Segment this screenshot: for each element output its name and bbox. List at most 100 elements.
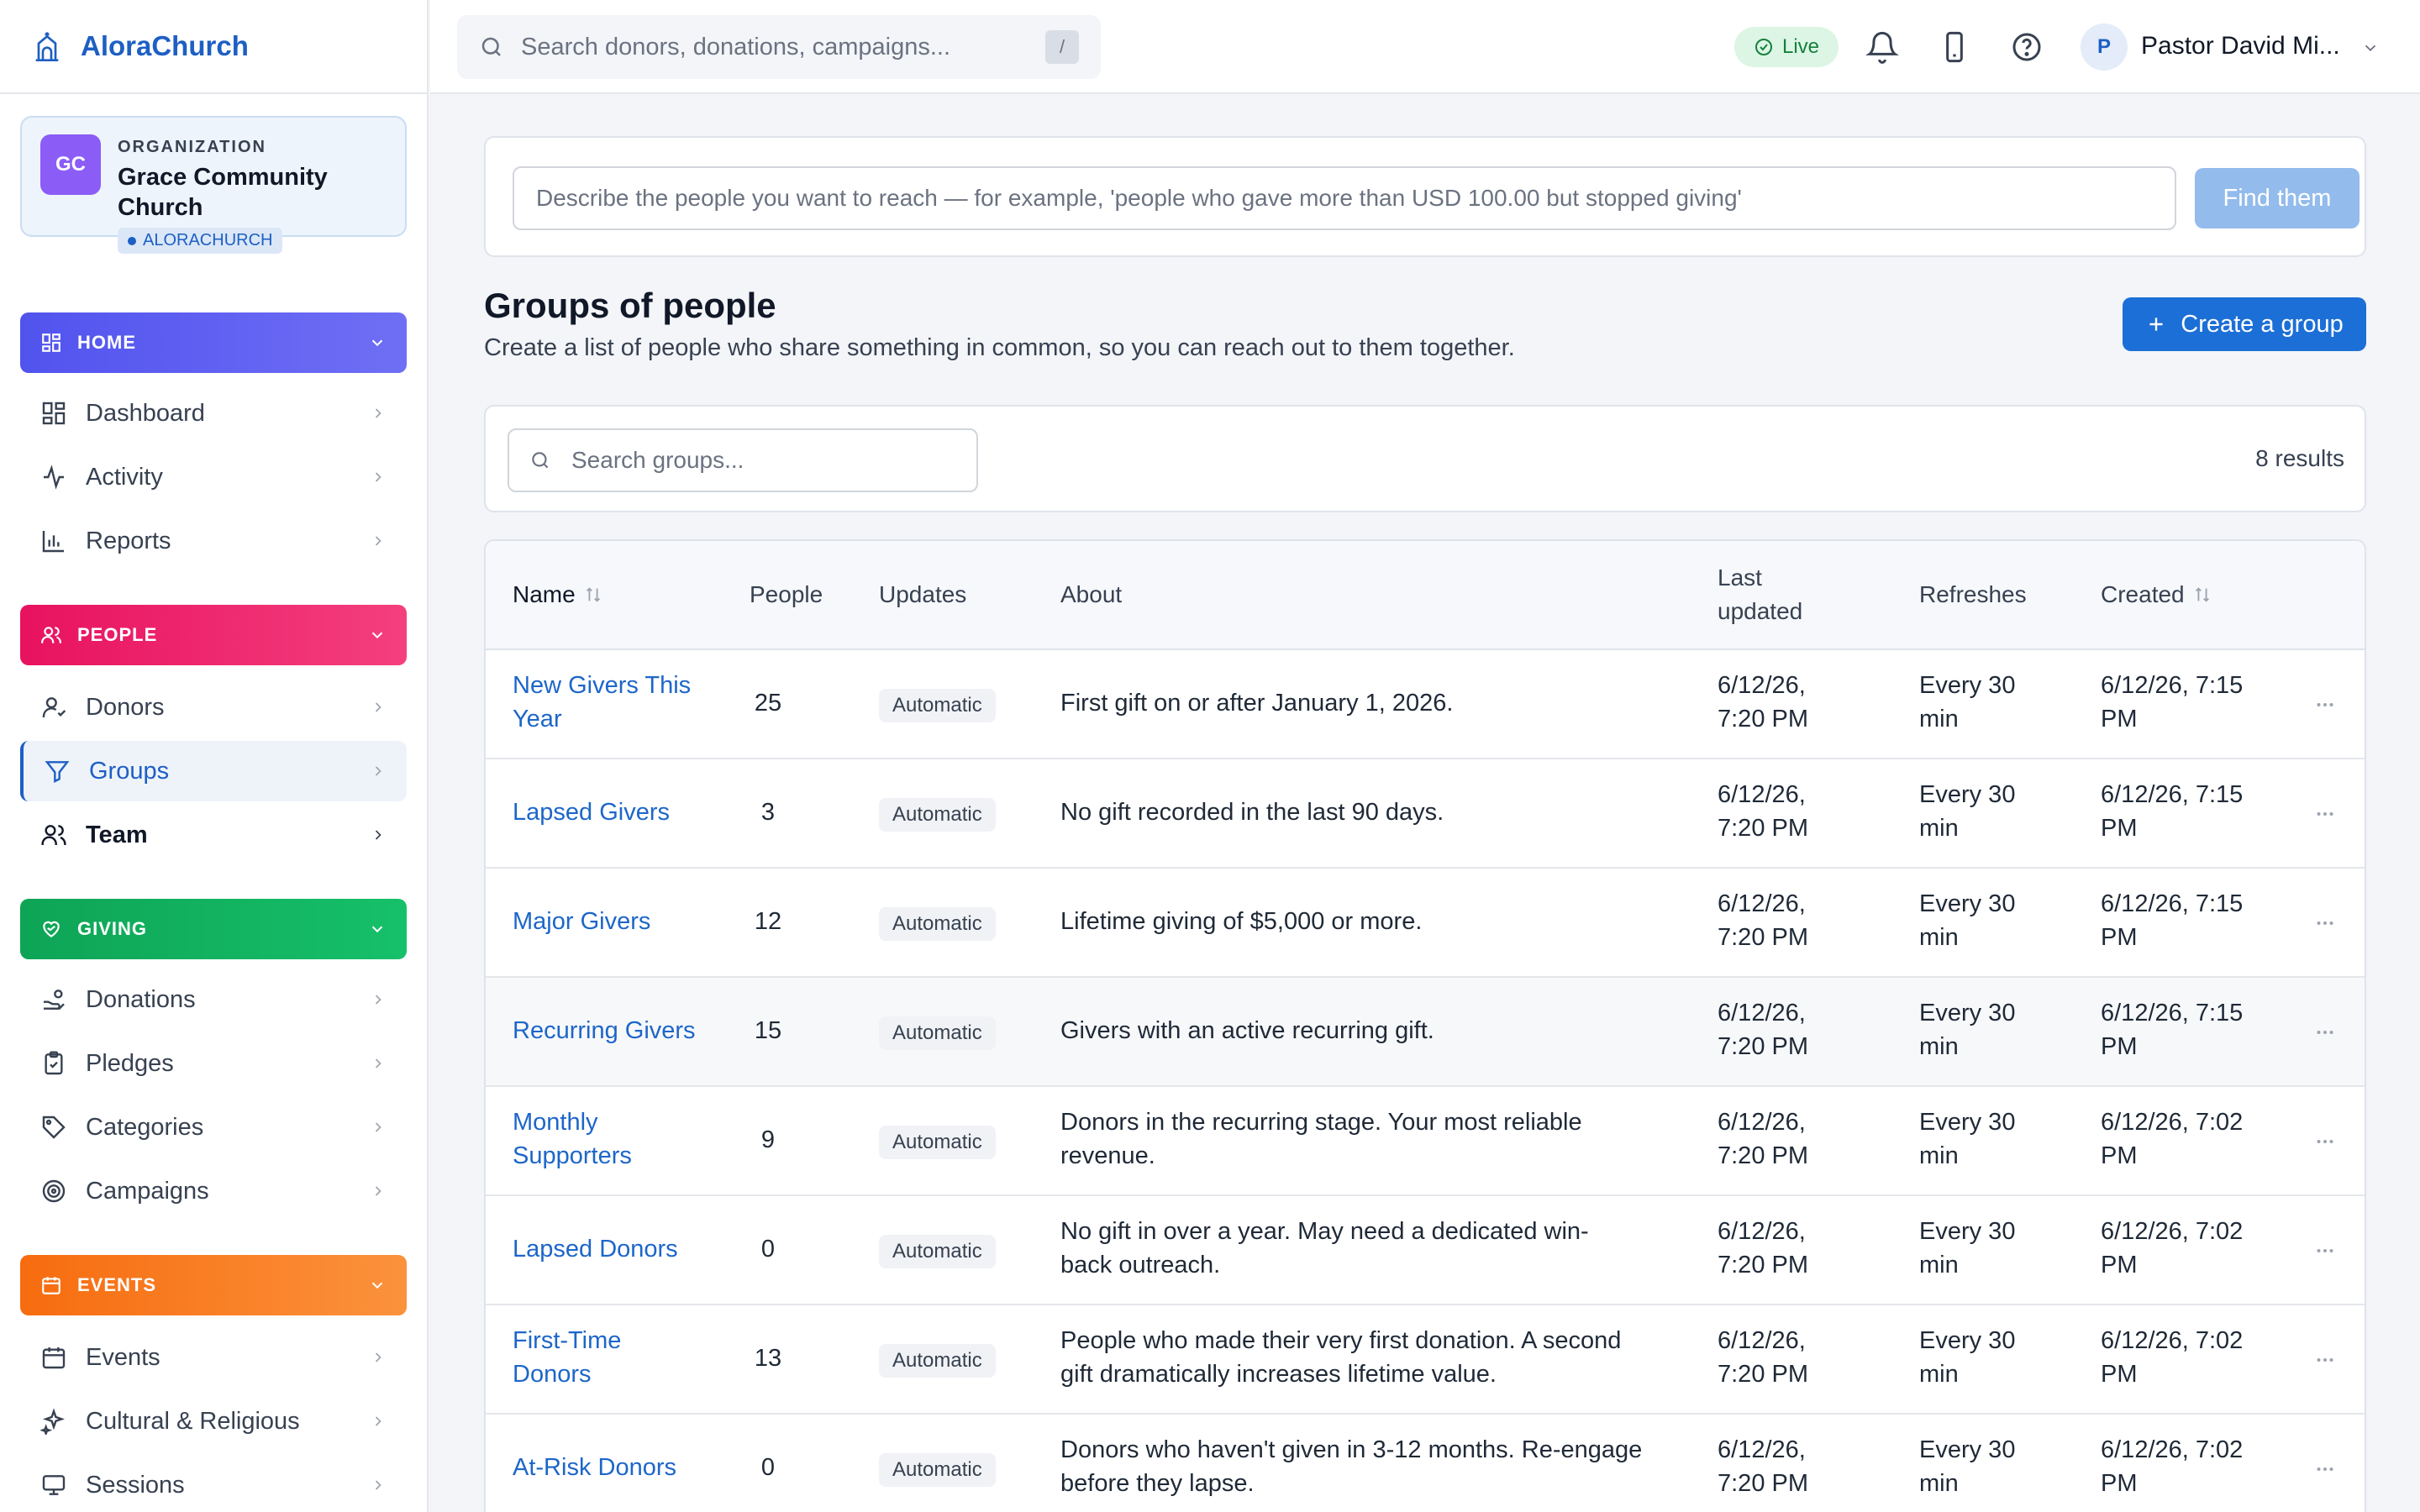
people-count: 0 (760, 1454, 776, 1481)
sidebar-item-reports[interactable]: Reports (20, 511, 407, 571)
more-actions-icon[interactable] (2312, 1129, 2338, 1154)
group-name-link-line: At-Risk Donors (513, 1454, 676, 1481)
org-badge-label: ALORACHURCH (143, 231, 273, 249)
section-home-title: HOME (77, 332, 136, 353)
team-icon (41, 825, 66, 845)
global-search-input[interactable]: Search donors, donations, campaigns... / (457, 15, 1101, 79)
sidebar-item-sessions[interactable]: Sessions (20, 1455, 407, 1512)
sidebar-item-team[interactable]: Team (20, 805, 407, 865)
table-row[interactable]: Recurring Givers 15 Automatic Givers with a… (486, 978, 2365, 1087)
group-name-link-line: Major Givers (513, 908, 651, 935)
sidebar-item-pledges[interactable]: Pledges (20, 1033, 407, 1094)
section-events[interactable]: EVENTS (20, 1255, 407, 1315)
chevron-right-icon (375, 1122, 381, 1132)
column-header-label: People (750, 581, 823, 607)
section-home[interactable]: HOME (20, 312, 407, 373)
section-giving[interactable]: GIVING (20, 899, 407, 959)
refresh-interval: Every 30 min (1919, 778, 2015, 845)
group-name-link[interactable]: Lapsed Givers (513, 795, 670, 829)
column-header-label: Updates (879, 581, 967, 607)
table-row[interactable]: First-Time Donors 13 Automatic People who ma… (486, 1305, 2365, 1415)
group-search-input[interactable]: Search groups... (508, 428, 978, 492)
group-description: People who made their very first donatio… (1060, 1324, 1699, 1391)
created-date-line: PM (2101, 1470, 2138, 1497)
refresh-interval-line: min (1919, 1361, 1959, 1388)
group-name-link[interactable]: First-Time Donors (513, 1324, 621, 1391)
column-header-name[interactable]: Name (513, 578, 602, 612)
sidebar-item-label: Team (86, 821, 148, 848)
last-updated: 6/12/26, 7:20 PM (1718, 1215, 1808, 1282)
created-date-line: PM (2101, 1361, 2138, 1388)
more-actions-icon[interactable] (2312, 1347, 2338, 1373)
update-mode-badge: Automatic (879, 1235, 996, 1268)
bell-icon[interactable] (1865, 30, 1899, 64)
group-name-link[interactable]: New Givers This Year (513, 669, 691, 736)
more-actions-icon[interactable] (2312, 1238, 2338, 1263)
calendar-icon (42, 1277, 60, 1294)
group-name-link[interactable]: Lapsed Donors (513, 1232, 678, 1266)
created-date: 6/12/26, 7:02 PM (2101, 1215, 2243, 1282)
calendar-icon (42, 1347, 66, 1369)
group-description-line: No gift in over a year. May need a dedic… (1060, 1218, 1589, 1245)
sidebar-item-campaigns[interactable]: Campaigns (20, 1161, 407, 1221)
chevron-right-icon (375, 830, 381, 840)
table-row[interactable]: Lapsed Donors 0 Automatic No gift in over a… (486, 1196, 2365, 1305)
user-avatar[interactable]: P (2081, 24, 2128, 71)
audience-description-input[interactable]: Describe the people you want to reach — … (513, 166, 2176, 230)
group-name-link-line: Lapsed Givers (513, 799, 670, 826)
results-count: 8 results (2255, 445, 2344, 471)
sidebar-item-label: Events (86, 1343, 160, 1371)
table-row[interactable]: At-Risk Donors 0 Automatic Donors who haven… (486, 1415, 2365, 1512)
more-actions-icon[interactable] (2312, 801, 2338, 827)
section-people[interactable]: PEOPLE (20, 605, 407, 665)
people-count: 9 (760, 1126, 776, 1153)
more-actions-icon[interactable] (2312, 692, 2338, 717)
table-row[interactable]: Major Givers 12 Automatic Lifetime giving o… (486, 869, 2365, 978)
chevron-down-icon[interactable] (2361, 39, 2380, 57)
group-name-link[interactable]: At-Risk Donors (513, 1451, 676, 1484)
refresh-interval: Every 30 min (1919, 996, 2015, 1063)
group-description-line: gift dramatically increases lifetime val… (1060, 1361, 1497, 1388)
org-switcher[interactable]: GC ORGANIZATION Grace Community Church A… (20, 116, 407, 254)
chevron-down-icon (371, 926, 383, 933)
mobile-icon[interactable] (1938, 30, 1971, 64)
created-date-line: 6/12/26, 7:15 (2101, 781, 2244, 808)
chevron-down-icon (371, 1282, 383, 1289)
created-date-line: PM (2101, 1033, 2138, 1060)
group-name-link[interactable]: Major Givers (513, 905, 650, 938)
sidebar-item-dashboard[interactable]: Dashboard (20, 383, 407, 444)
created-date: 6/12/26, 7:15 PM (2101, 887, 2243, 954)
brand[interactable]: AloraChurch (0, 0, 427, 94)
refresh-interval: Every 30 min (1919, 1433, 2015, 1500)
sidebar-item-events[interactable]: Events (20, 1327, 407, 1388)
sidebar-item-activity[interactable]: Activity (20, 447, 407, 507)
column-header-created[interactable]: Created (2101, 578, 2212, 612)
activity-icon (44, 465, 64, 490)
sidebar-item-donations[interactable]: Donations (20, 969, 407, 1030)
created-date-line: PM (2101, 1252, 2138, 1278)
create-group-button[interactable]: Create a group (2123, 297, 2366, 351)
find-them-button[interactable]: Find them (2195, 168, 2360, 228)
more-actions-icon[interactable] (2312, 911, 2338, 936)
sidebar-item-donors[interactable]: Donors (20, 677, 407, 738)
more-actions-icon[interactable] (2312, 1457, 2338, 1482)
table-row[interactable]: New Givers This Year 25 Automatic First gift… (486, 650, 2365, 759)
group-name-link[interactable]: Monthly Supporters (513, 1105, 632, 1173)
table-row[interactable]: Monthly Supporters 9 Automatic Donors in the… (486, 1087, 2365, 1196)
sidebar-item-groups[interactable]: Groups (20, 741, 407, 801)
refresh-interval-line: min (1919, 1252, 1959, 1278)
sidebar-item-categories[interactable]: Categories (20, 1097, 407, 1158)
help-icon[interactable] (2010, 30, 2044, 64)
user-name[interactable]: Pastor David Mi... (2141, 32, 2340, 60)
created-date: 6/12/26, 7:02 PM (2101, 1105, 2243, 1173)
group-name-link-line: Lapsed Donors (513, 1236, 678, 1263)
sidebar-item-cultural-religious[interactable]: Cultural & Religious (20, 1391, 407, 1452)
group-filter-bar: Search groups... 8 results (484, 405, 2366, 512)
more-actions-icon[interactable] (2312, 1020, 2338, 1045)
last-updated-line: 7:20 PM (1718, 924, 1808, 951)
table-row[interactable]: Lapsed Givers 3 Automatic No gift recorded … (486, 759, 2365, 869)
sidebar-item-label: Dashboard (86, 399, 205, 427)
last-updated-line: 7:20 PM (1718, 815, 1808, 842)
update-mode-badge: Automatic (879, 907, 996, 941)
group-name-link[interactable]: Recurring Givers (513, 1014, 696, 1047)
